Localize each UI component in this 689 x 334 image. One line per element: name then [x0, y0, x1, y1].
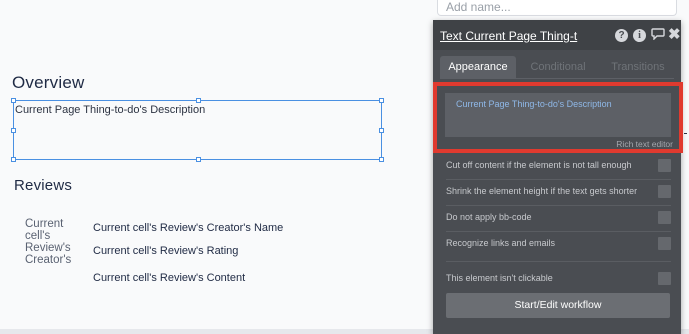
overview-heading[interactable]: Overview: [12, 73, 84, 93]
resize-handle-top-right[interactable]: [379, 98, 384, 103]
resize-handle-middle-right[interactable]: [379, 128, 384, 133]
option-label: Do not apply bb-code: [446, 212, 532, 222]
option-label: Shrink the element height if the text ge…: [446, 186, 638, 196]
option-no-bb-code[interactable]: Do not apply bb-code: [446, 211, 671, 225]
resize-handle-bottom-left[interactable]: [11, 157, 16, 162]
resize-handle-top-left[interactable]: [11, 98, 16, 103]
review-content-text[interactable]: Current cell's Review's Content: [93, 272, 245, 284]
comment-icon[interactable]: [651, 28, 665, 40]
option-checkbox[interactable]: [658, 272, 671, 285]
option-recognize-links[interactable]: Recognize links and emails: [446, 237, 671, 251]
option-shrink-height[interactable]: Shrink the element height if the text ge…: [446, 185, 671, 199]
add-name-input[interactable]: Add name...: [437, 0, 677, 16]
panel-title[interactable]: Text Current Page Thing-t: [440, 29, 577, 43]
close-icon[interactable]: ✖: [668, 25, 681, 43]
creator-line: Creator's: [25, 254, 72, 266]
review-creator-name-text[interactable]: Current cell's Review's Creator's Name: [93, 222, 283, 234]
panel-header: Text Current Page Thing-t ? i ✖: [433, 20, 681, 50]
option-label: Cut off content if the element is not ta…: [446, 160, 632, 170]
resize-handle-middle-left[interactable]: [11, 128, 16, 133]
option-checkbox[interactable]: [658, 159, 671, 172]
option-label: This element isn't clickable: [446, 273, 553, 283]
start-edit-workflow-button[interactable]: Start/Edit workflow: [446, 293, 670, 318]
option-checkbox[interactable]: [658, 237, 671, 250]
option-divider: [446, 179, 671, 180]
highlight-annotation-frame: [433, 82, 683, 153]
option-divider: [446, 205, 671, 206]
selected-text-content: Current Page Thing-to-do's Description: [15, 104, 206, 116]
info-icon[interactable]: i: [633, 29, 646, 42]
property-editor-panel: Text Current Page Thing-t ? i ✖ Appearan…: [433, 20, 683, 334]
option-not-clickable[interactable]: This element isn't clickable: [446, 272, 671, 286]
tab-transitions[interactable]: Transitions: [600, 56, 676, 78]
option-checkbox[interactable]: [658, 211, 671, 224]
creator-line: cell's: [25, 230, 51, 242]
review-creator-avatar-text[interactable]: Current cell's Review's Creator's: [25, 218, 83, 266]
option-divider: [446, 261, 671, 262]
tab-appearance[interactable]: Appearance: [440, 56, 516, 78]
reviews-heading[interactable]: Reviews: [14, 177, 72, 194]
tabs-divider: [440, 78, 674, 79]
help-icon[interactable]: ?: [615, 29, 628, 42]
canvas-edge-mark: [684, 133, 687, 134]
creator-line: Current: [25, 218, 64, 230]
creator-line: Review's: [25, 242, 71, 254]
resize-handle-top-middle[interactable]: [196, 98, 201, 103]
resize-handle-bottom-right[interactable]: [379, 157, 384, 162]
option-divider: [446, 231, 671, 232]
resize-handle-bottom-middle[interactable]: [196, 157, 201, 162]
review-rating-text[interactable]: Current cell's Review's Rating: [93, 245, 238, 257]
option-cut-off-content[interactable]: Cut off content if the element is not ta…: [446, 159, 671, 173]
tab-conditional[interactable]: Conditional: [520, 56, 596, 78]
option-label: Recognize links and emails: [446, 238, 556, 248]
selected-text-element[interactable]: Current Page Thing-to-do's Description: [11, 98, 384, 162]
option-checkbox[interactable]: [658, 185, 671, 198]
